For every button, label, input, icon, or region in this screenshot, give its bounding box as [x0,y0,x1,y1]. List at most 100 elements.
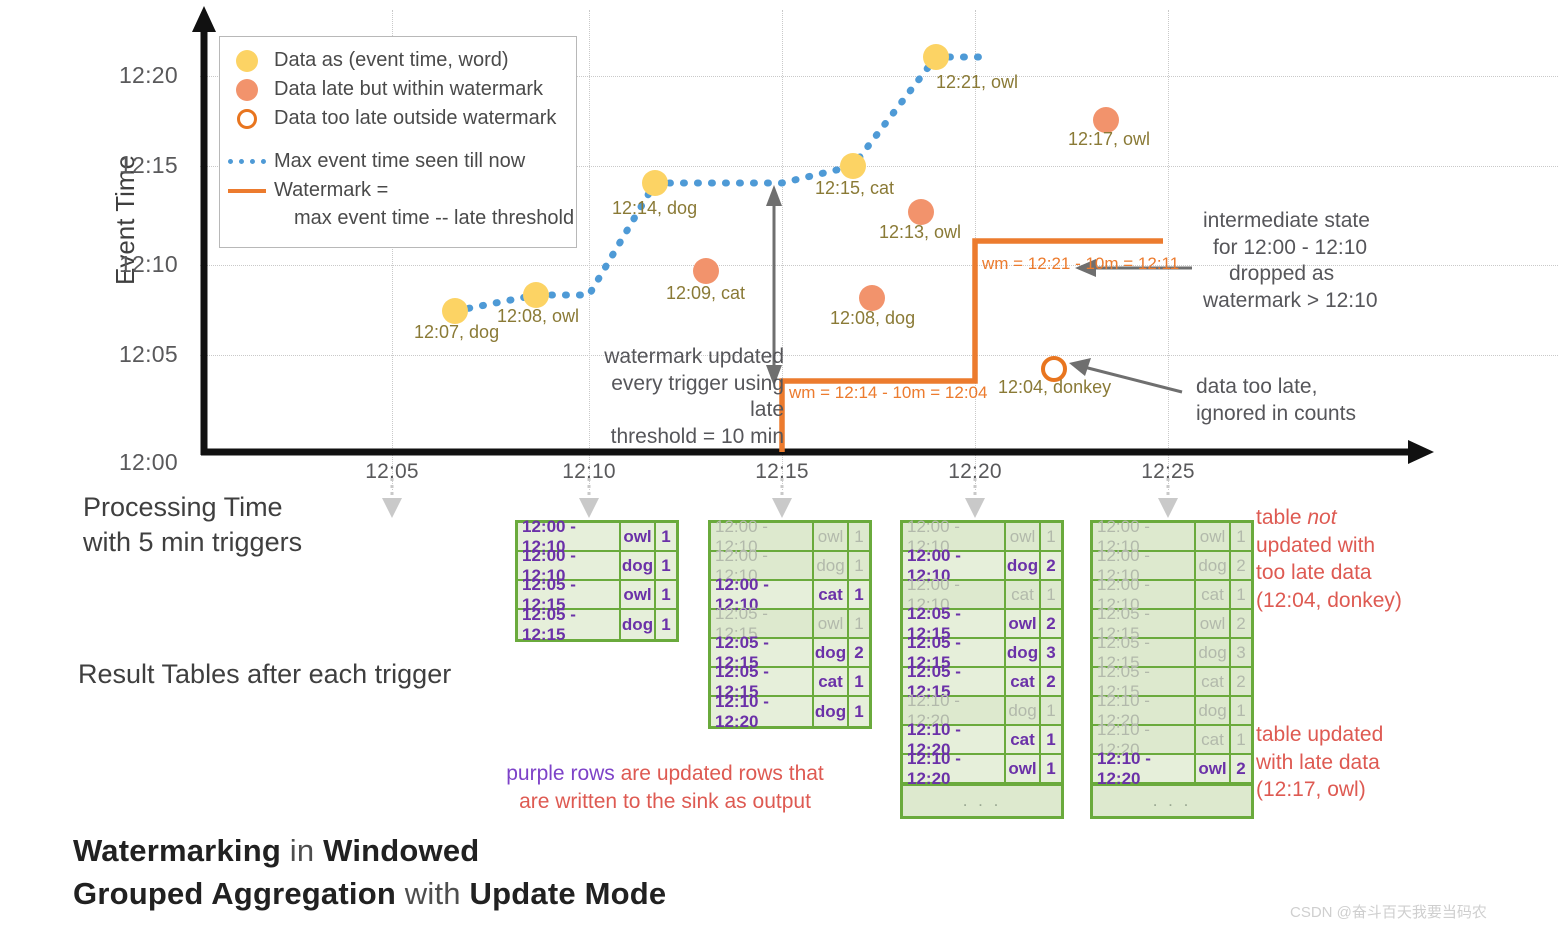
table-cell-word: cat [1196,726,1231,753]
page-title-segment: Windowed [323,833,480,868]
purple-rows-rest: are updated rows that [614,762,824,785]
table-cell-count: 1 [1231,523,1251,550]
page-title: Watermarking in Windowed Grouped Aggrega… [73,830,666,916]
data-point-1207-dog [442,298,468,324]
table-row: 12:05 - 12:15 dog 1 [518,605,676,644]
legend-label-5: max event time -- late threshold [294,206,575,229]
page-title-segment: in [280,833,324,868]
table-cell-count: 2 [849,639,869,666]
page-title-segment: with [395,875,470,911]
table-cell-count: 1 [1041,581,1061,608]
table-cell-word: dog [814,552,849,579]
data-point-label-1208-dog: 12:08, dog [830,308,916,328]
page-title-segment: Grouped Aggregation [73,875,396,911]
table-cell-count: 1 [1041,755,1061,782]
table-cell-count: 3 [1231,639,1251,666]
table-cell-count: 1 [1231,581,1251,608]
data-point-label-1214-dog: 12:14, dog [612,198,698,218]
trigger-arrows [382,478,1178,518]
table-cell-word: owl [814,610,849,637]
table-cell-count: 1 [849,610,869,637]
annotation-intermediate-state-line-4: watermark > 12:10 [1203,288,1378,312]
table-cell-word: dog [814,639,849,666]
table-cell-word: owl [814,523,849,550]
data-point-1214-dog [642,170,668,196]
diagram-canvas: Event Time 12:20 12:15 12:10 12:05 12:00… [0,0,1559,937]
table-cell-word: cat [1006,668,1041,695]
data-point-label-1213-owl: 12:13, owl [879,222,962,242]
legend-label-1: Data late but within watermark [274,78,544,100]
table-cell-word: dog [1196,639,1231,666]
watermark-label-first: wm = 12:14 - 10m = 12:04 [789,383,988,402]
result-table-trigger-3: 12:00 - 12:10 owl 1 12:00 - 12:10 dog 2 12:00 … [900,517,1064,819]
data-point-label-1217-owl: 12:17, owl [1068,129,1151,149]
table-cell-word: owl [1196,523,1231,550]
annotation-table-updated-line-2: with late data [1256,750,1380,774]
table-cell-word: dog [1006,697,1041,724]
table-cell-count: 1 [1231,726,1251,753]
table-cell-word: owl [621,581,656,608]
result-table-trigger-4: 12:00 - 12:10 owl 1 12:00 - 12:10 dog 2 12:00 … [1090,517,1254,819]
legend-label-4: Watermark = [274,179,389,201]
purple-rows-caption-line-2: are written to the sink as output [519,789,811,813]
table-cell-count: 1 [849,552,869,579]
page-title-line-1: Watermarking in Windowed [73,830,666,873]
table-cell-count: 2 [1231,755,1251,782]
data-point-1215-cat [840,153,866,179]
processing-time-line-2: with 5 min triggers [83,527,303,558]
table-cell-count: 1 [849,523,869,550]
table-cell-word: owl [1006,610,1041,637]
table-cell-count: 1 [1041,523,1061,550]
table-cell-count: 1 [656,610,676,639]
annotation-table-not-updated-line-2: updated with [1256,533,1376,557]
table-row: 12:10 - 12:20 dog 1 [711,692,869,731]
table-cell-window: 12:05 - 12:15 [518,605,621,644]
table-cell-word: cat [1006,581,1041,608]
orange-filled-circle-icon [220,78,274,101]
blue-dotted-line-icon [220,159,274,164]
table-cell-word: cat [814,668,849,695]
data-point-label-1209-cat: 12:09, cat [666,283,746,303]
data-point-label-1215-cat: 12:15, cat [815,178,895,198]
table-cell-count: 1 [656,523,676,550]
table-cell-count: 1 [849,697,869,726]
annotation-data-too-late: data too late, ignored in counts [1196,374,1356,427]
table-cell-count: 1 [1231,697,1251,724]
table-cell-word: dog [1196,697,1231,724]
table-cell-count: 2 [1231,668,1251,695]
legend: Data as (event time, word) Data late but… [219,36,577,248]
table-cell-count: 1 [656,552,676,579]
table-cell-word: owl [621,523,656,550]
processing-time-caption: Processing Time with 5 min triggers [83,490,302,560]
legend-item-4: Watermark = [220,176,576,205]
annotation-intermediate-state-line-1: intermediate state [1203,209,1370,232]
table-cell-word: dog [1006,639,1041,666]
legend-label-2: Data too late outside watermark [274,107,557,129]
table-row: 12:10 - 12:20 owl 2 [1093,749,1251,788]
table-cell-count: 2 [1041,668,1061,695]
data-point-label-1207-dog: 12:07, dog [414,322,500,342]
purple-rows-caption-line-1: purple rows are updated rows that [487,760,843,788]
table-cell-word: cat [1196,581,1231,608]
page-title-segment: Update Mode [469,875,667,911]
table-cell-window: 12:10 - 12:20 [1093,749,1196,788]
table-cell-word: owl [1196,755,1231,782]
annotation-table-not-updated-line-3: too late data [1256,561,1372,585]
table-cell-window: 12:10 - 12:20 [711,692,814,731]
table-cell-word: owl [1006,755,1041,782]
table-cell-count: 1 [849,581,869,608]
legend-item-5: max event time -- late threshold [220,205,576,231]
annotation-watermark-updated-line-2: every trigger using late [611,371,784,422]
table-cell-word: owl [1196,610,1231,637]
table-cell-count: 2 [1231,610,1251,637]
table-row: 12:10 - 12:20 owl 1 [903,749,1061,788]
table-cell-count: 1 [1041,726,1061,753]
table-cell-word: cat [1006,726,1041,753]
data-point-label-1204-donkey: 12:04, donkey [998,377,1112,397]
data-point-1209-cat [693,258,719,284]
annotation-table-not-updated-l1a: table [1256,506,1308,529]
table-cell-word: cat [814,581,849,608]
annotation-table-updated-line-1: table updated [1256,723,1384,746]
table-cell-word: dog [1006,552,1041,579]
table-cell-word: owl [1006,523,1041,550]
